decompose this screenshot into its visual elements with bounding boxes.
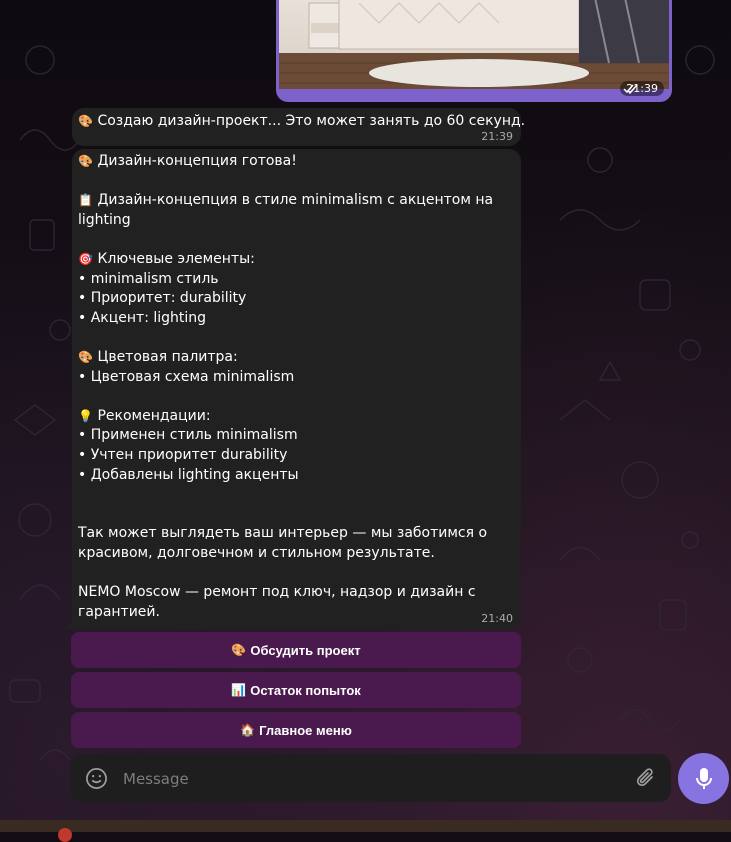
photo-timestamp: 21:39 bbox=[620, 81, 664, 96]
status-text: Создаю дизайн-проект... Это может занять… bbox=[97, 113, 526, 129]
smile-icon[interactable] bbox=[85, 767, 108, 790]
status-message[interactable]: 🎨 Создаю дизайн-проект... Это может заня… bbox=[72, 108, 525, 146]
line-emoji: 📋 bbox=[78, 193, 93, 208]
line-text: Дизайн-концепция готова! bbox=[97, 153, 297, 169]
line-text: Ключевые элементы: bbox=[97, 250, 255, 267]
line-emoji: 🎨 bbox=[78, 154, 93, 168]
message-line: 💡 Рекомендации: bbox=[78, 407, 514, 427]
button-label: Обсудить проект bbox=[250, 642, 361, 658]
remaining-attempts-button[interactable]: 📊 Остаток попыток bbox=[71, 672, 521, 708]
app-icon bbox=[58, 828, 72, 842]
message-input[interactable] bbox=[121, 767, 625, 791]
message-line: NEMO Moscow — ремонт под ключ, надзор и … bbox=[78, 584, 480, 620]
message-line: • Применен стиль minimalism bbox=[78, 427, 298, 444]
message-line: 🎨 Цветовая палитра: bbox=[78, 348, 514, 368]
message-line: • minimalism стиль bbox=[78, 270, 219, 287]
message-line: • Добавлены lighting акценты bbox=[78, 466, 299, 483]
message-line bbox=[78, 387, 514, 407]
line-emoji: 🎯 bbox=[78, 251, 93, 266]
line-text: Рекомендации: bbox=[97, 407, 211, 424]
message-line bbox=[78, 505, 514, 525]
concept-time: 21:40 bbox=[481, 612, 513, 625]
line-text: Цветовая палитра: bbox=[97, 348, 238, 365]
concept-message-body: 🎨 Дизайн-концепция готова! 📋 Дизайн-конц… bbox=[78, 152, 514, 622]
message-line: 🎨 Дизайн-концепция готова! bbox=[78, 152, 514, 172]
message-composer bbox=[71, 754, 671, 802]
line-emoji: 🎨 bbox=[78, 349, 93, 364]
message-line: Так может выглядеть ваш интерьер — мы за… bbox=[78, 525, 492, 561]
concept-message[interactable]: 🎨 Дизайн-концепция готова! 📋 Дизайн-конц… bbox=[64, 149, 521, 629]
palette-emoji: 🎨 bbox=[78, 114, 93, 128]
bedroom-photo bbox=[279, 0, 669, 89]
taskbar-strip bbox=[0, 820, 731, 842]
palette-emoji: 🎨 bbox=[231, 643, 247, 657]
discuss-project-button[interactable]: 🎨 Обсудить проект bbox=[71, 632, 521, 668]
bubble-tail bbox=[64, 619, 73, 629]
message-line: 🎯 Ключевые элементы: bbox=[78, 250, 514, 270]
message-line bbox=[78, 485, 514, 505]
paperclip-icon[interactable] bbox=[635, 766, 657, 790]
status-time: 21:39 bbox=[481, 130, 513, 143]
main-menu-button[interactable]: 🏠 Главное меню bbox=[71, 712, 521, 748]
message-line bbox=[78, 172, 514, 192]
line-emoji: 💡 bbox=[78, 408, 93, 423]
message-line bbox=[78, 328, 514, 348]
message-line bbox=[78, 230, 514, 250]
status-message-text: 🎨 Создаю дизайн-проект... Это может заня… bbox=[78, 112, 525, 131]
message-line: • Учтен приоритет durability bbox=[78, 446, 288, 463]
button-label: Главное меню bbox=[259, 722, 352, 738]
microphone-icon bbox=[695, 767, 712, 789]
message-line: • Цветовая схема minimalism bbox=[78, 368, 295, 385]
message-line: • Акцент: lighting bbox=[78, 309, 207, 326]
message-line: • Приоритет: durability bbox=[78, 290, 247, 307]
voice-record-button[interactable] bbox=[678, 753, 729, 804]
message-line: 📋 Дизайн-концепция в стиле minimalism с … bbox=[78, 191, 514, 230]
double-check-icon bbox=[623, 84, 638, 94]
chart-emoji: 📊 bbox=[231, 683, 247, 697]
button-label: Остаток попыток bbox=[250, 682, 361, 698]
message-line bbox=[78, 563, 514, 583]
outgoing-photo-message[interactable]: 21:39 bbox=[276, 0, 672, 102]
line-text: Дизайн-концепция в стиле minimalism с ак… bbox=[78, 192, 498, 228]
house-emoji: 🏠 bbox=[240, 723, 256, 737]
